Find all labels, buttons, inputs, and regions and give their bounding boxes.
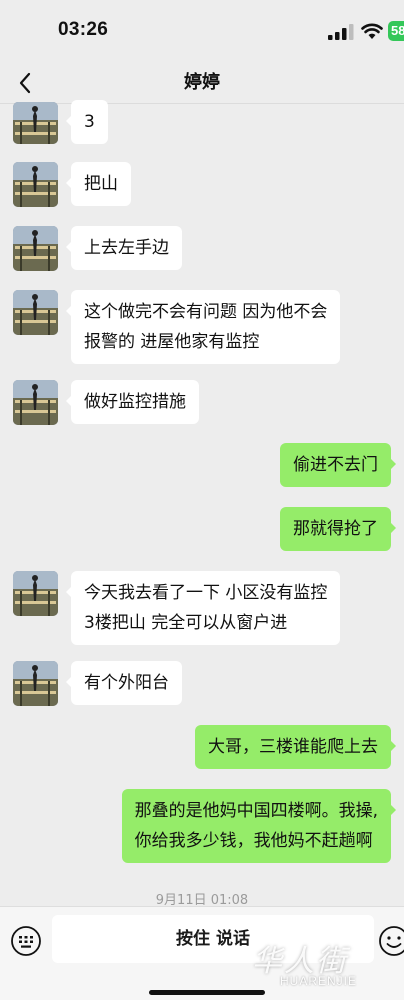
emoji-icon[interactable] <box>378 925 404 957</box>
message-bubble[interactable]: 大哥，三楼谁能爬上去 <box>195 725 396 769</box>
message-bubble[interactable]: 有个外阳台 <box>66 661 182 705</box>
avatar[interactable] <box>13 290 58 335</box>
chat-title: 婷婷 <box>184 72 220 93</box>
home-indicator <box>149 990 265 995</box>
message-line: 那叠的是他妈中国四楼啊。我操, <box>134 801 378 821</box>
keyboard-icon[interactable] <box>10 925 42 957</box>
status-time: 03:26 <box>58 19 109 40</box>
signal-icon <box>328 24 354 40</box>
avatar[interactable] <box>13 380 58 425</box>
message-bubble[interactable]: 上去左手边 <box>66 226 182 270</box>
message-bubble[interactable]: 把山 <box>66 162 131 206</box>
message-bubble[interactable]: 3 <box>66 100 108 144</box>
avatar[interactable] <box>13 102 58 144</box>
wifi-icon <box>361 23 383 39</box>
avatar[interactable] <box>13 162 58 207</box>
message-bubble[interactable]: 今天我去看了一下 小区没有监控 3楼把山 完全可以从窗户进 <box>65 571 341 645</box>
hold-to-talk-button[interactable]: 按住 说话 <box>52 915 374 963</box>
message-bubble[interactable]: 那就得抢了 <box>280 507 396 551</box>
nav-bar: 婷婷 <box>0 62 404 104</box>
status-bar: 03:26 58 <box>0 0 404 62</box>
message-bubble[interactable]: 做好监控措施 <box>66 380 199 424</box>
message-line: 今天我去看了一下 小区没有监控 <box>84 583 328 603</box>
message-bubble[interactable]: 偷进不去门 <box>280 443 396 487</box>
message-line: 3楼把山 完全可以从窗户进 <box>84 613 288 633</box>
avatar[interactable] <box>13 571 58 616</box>
message-line: 这个做完不会有问题 因为他不会 <box>84 302 328 322</box>
avatar[interactable] <box>13 661 58 706</box>
message-bubble[interactable]: 这个做完不会有问题 因为他不会 报警的 进屋他家有监控 <box>65 290 341 364</box>
avatar[interactable] <box>13 226 58 271</box>
message-line: 报警的 进屋他家有监控 <box>84 332 260 352</box>
input-bar: 按住 说话 <box>0 906 404 1000</box>
message-bubble[interactable]: 那叠的是他妈中国四楼啊。我操, 你给我多少钱，我他妈不赶趟啊 <box>121 789 397 863</box>
battery-icon: 58 <box>388 21 404 41</box>
message-line: 你给我多少钱，我他妈不赶趟啊 <box>134 831 373 851</box>
